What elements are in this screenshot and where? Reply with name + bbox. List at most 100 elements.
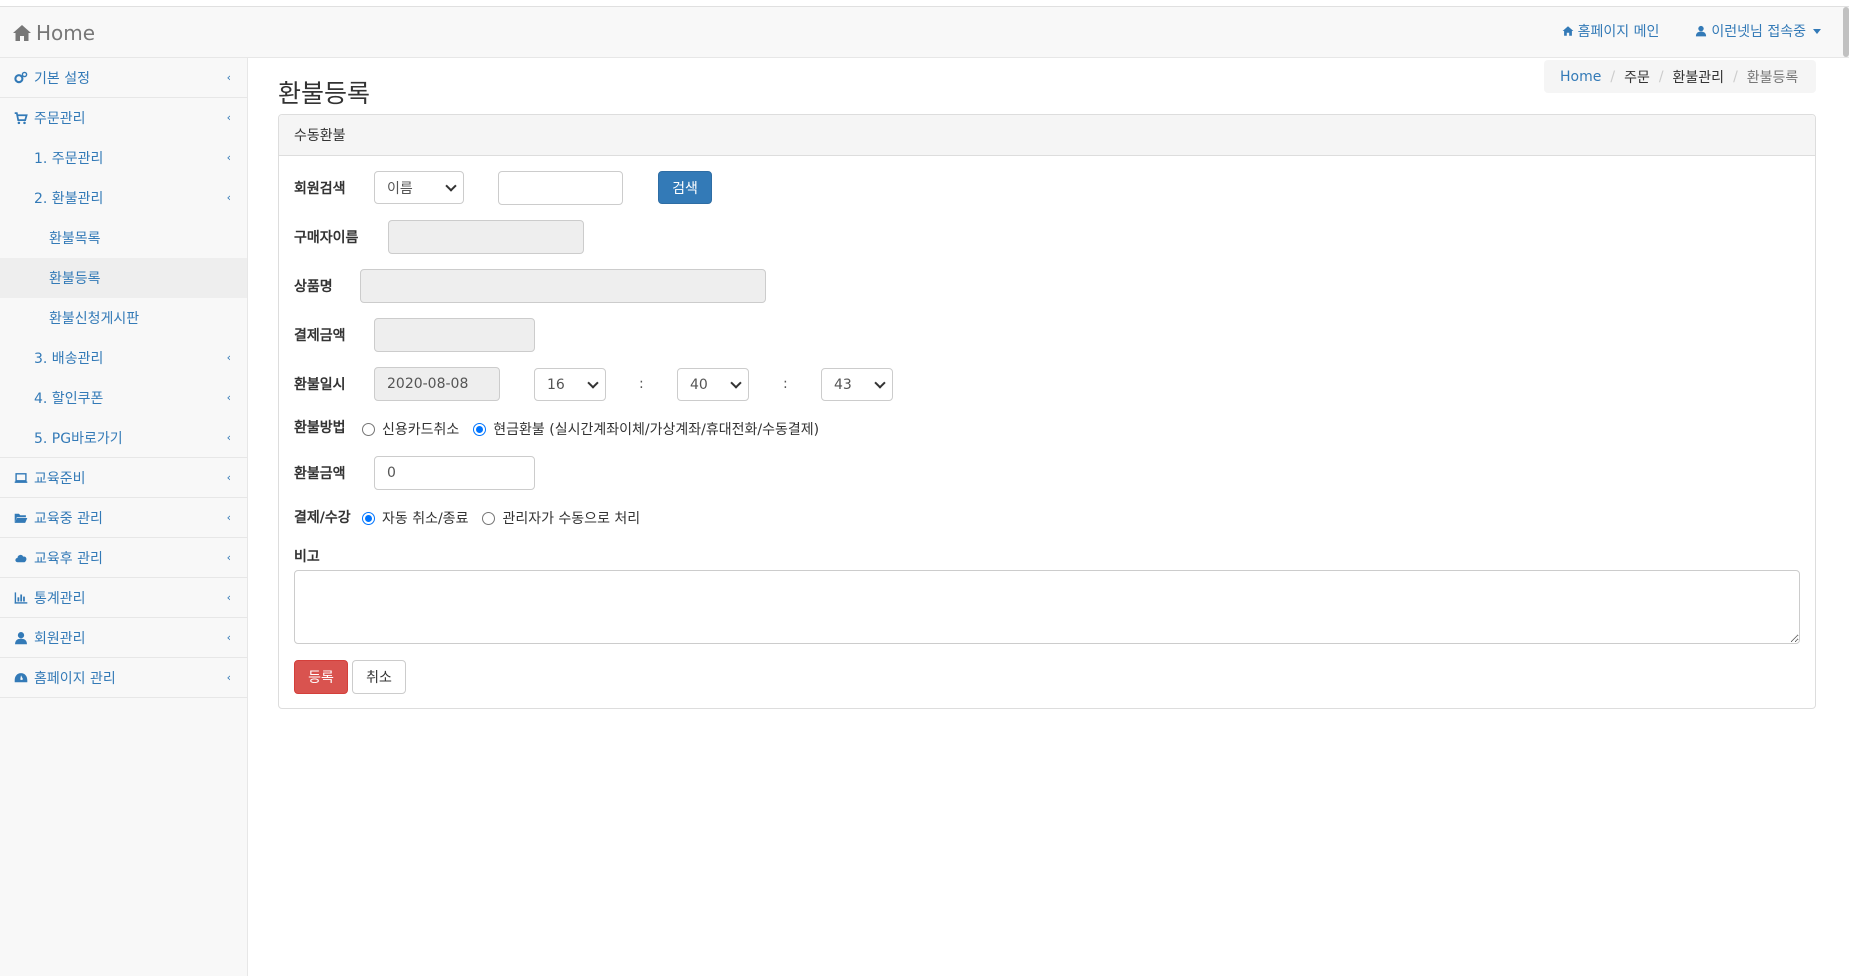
sidebar-item-education-prep[interactable]: 교육준비 ‹ (0, 458, 247, 498)
note-label: 비고 (294, 549, 320, 565)
payment-course-label: 결제/수강 (294, 510, 351, 526)
breadcrumb-separator: / (1733, 68, 1738, 85)
window-top-edge (0, 0, 1849, 7)
sidebar-item-label: 2. 환불관리 (34, 191, 104, 207)
payment-course-auto-label: 자동 취소/종료 (382, 511, 469, 527)
cart-icon (14, 112, 28, 125)
payment-amount-field[interactable] (374, 318, 535, 352)
laptop-icon (14, 472, 28, 483)
time-separator: : (639, 376, 644, 392)
top-navbar: Home 홈페이지 메인 이런넷님 접속중 (0, 7, 1849, 58)
product-name-label: 상품명 (294, 279, 333, 295)
brand-label: Home (36, 21, 96, 45)
brand-home-link[interactable]: Home (12, 21, 95, 45)
breadcrumb-separator: / (1658, 68, 1664, 85)
sidebar-item-order-management[interactable]: 주문관리 ‹ (0, 98, 247, 138)
submit-button[interactable]: 등록 (294, 660, 348, 694)
refund-minute-value: 40 (690, 376, 708, 393)
radio-button[interactable] (482, 511, 496, 525)
refund-datetime-label: 환불일시 (294, 377, 346, 393)
user-menu-dropdown[interactable]: 이런넷님 접속중 (1695, 21, 1821, 41)
chevron-left-icon: ‹ (226, 551, 231, 564)
member-search-type-value: 이름 (387, 180, 413, 197)
sidebar-item-coupon[interactable]: 4. 할인쿠폰 ‹ (0, 378, 247, 418)
refund-date-field[interactable]: 2020-08-08 (374, 367, 500, 401)
chevron-left-icon: ‹ (226, 631, 231, 644)
sidebar-item-label: 홈페이지 관리 (34, 670, 116, 687)
sidebar-item-label: 3. 배송관리 (34, 351, 104, 367)
payment-course-radio-group: 자동 취소/종료 관리자가 수동으로 처리 (362, 508, 654, 528)
refund-hour-select[interactable]: 16 (534, 368, 606, 401)
payment-course-auto-option[interactable]: 자동 취소/종료 (362, 508, 468, 528)
member-search-type-select[interactable]: 이름 (374, 171, 464, 204)
buyer-name-field[interactable] (388, 220, 584, 254)
home-icon (13, 25, 31, 41)
refund-method-cash-label: 현금환불 (실시간계좌이체/가상계좌/휴대전화/수동결제) (493, 422, 820, 438)
radio-button-checked[interactable] (362, 511, 375, 525)
breadcrumb-refund-management: 환불관리 (1672, 69, 1725, 86)
chevron-left-icon: ‹ (226, 511, 231, 524)
cancel-button[interactable]: 취소 (352, 660, 406, 694)
sidebar-item-members[interactable]: 회원관리 ‹ (0, 618, 247, 658)
sidebar-item-education-during[interactable]: 교육중 관리 ‹ (0, 498, 247, 538)
navbar-right: 홈페이지 메인 이런넷님 접속중 (1562, 21, 1821, 41)
sidebar-item-order-sub[interactable]: 1. 주문관리 ‹ (0, 138, 247, 178)
payment-course-manual-option[interactable]: 관리자가 수동으로 처리 (482, 508, 640, 528)
chevron-down-icon (445, 179, 457, 192)
refund-amount-input[interactable]: 0 (374, 456, 535, 490)
homepage-main-link[interactable]: 홈페이지 메인 (1562, 21, 1659, 41)
bar-chart-icon (14, 591, 28, 604)
refund-method-radio-group: 신용카드취소 현금환불 (실시간계좌이체/가상계좌/휴대전화/수동결제) (362, 419, 833, 439)
breadcrumb-current: 환불등록 (1746, 69, 1799, 86)
window-scrollbar[interactable] (1843, 7, 1849, 57)
chevron-down-icon (730, 376, 742, 389)
chevron-left-icon: ‹ (226, 191, 231, 204)
payment-course-manual-label: 관리자가 수동으로 처리 (502, 511, 641, 527)
sidebar-item-label: 통계관리 (34, 590, 86, 607)
note-textarea[interactable] (294, 570, 1800, 644)
sidebar-item-label: 교육준비 (34, 470, 86, 487)
chevron-left-icon: ‹ (226, 431, 231, 444)
sidebar-item-homepage-management[interactable]: 홈페이지 관리 ‹ (0, 658, 247, 698)
payment-amount-label: 결제금액 (294, 328, 346, 344)
user-icon (15, 631, 27, 644)
breadcrumb-home[interactable]: Home (1560, 69, 1601, 85)
sidebar: 기본 설정 ‹ 주문관리 ‹ 1. 주문관리 ‹ 2. 환불관리 ‹ 환불목록 … (0, 58, 248, 976)
member-search-input[interactable] (498, 171, 623, 205)
sidebar-item-label: 5. PG바로가기 (34, 430, 123, 447)
caret-down-icon (1813, 28, 1821, 34)
buyer-name-label: 구매자이름 (294, 230, 359, 246)
chevron-left-icon: ‹ (226, 351, 231, 364)
sidebar-item-statistics[interactable]: 통계관리 ‹ (0, 578, 247, 618)
sidebar-item-label: 교육후 관리 (34, 550, 103, 567)
sidebar-item-label: 기본 설정 (34, 70, 90, 87)
refund-method-label: 환불방법 (294, 420, 346, 436)
product-name-field[interactable] (360, 269, 766, 303)
sidebar-item-refund-board[interactable]: 환불신청게시판 (0, 298, 247, 338)
chevron-down-icon (874, 376, 886, 389)
refund-amount-value: 0 (387, 465, 396, 481)
sidebar-item-delivery[interactable]: 3. 배송관리 ‹ (0, 338, 247, 378)
chevron-left-icon: ‹ (226, 391, 231, 404)
sidebar-item-basic-settings[interactable]: 기본 설정 ‹ (0, 58, 247, 98)
user-icon (1696, 25, 1707, 37)
folder-open-icon (14, 513, 28, 523)
radio-button[interactable] (362, 422, 375, 436)
refund-second-select[interactable]: 43 (821, 368, 893, 401)
refund-method-card-option[interactable]: 신용카드취소 (362, 419, 459, 439)
sidebar-item-refund-management[interactable]: 2. 환불관리 ‹ (0, 178, 247, 218)
chevron-left-icon: ‹ (226, 671, 231, 684)
radio-button-checked[interactable] (473, 422, 487, 436)
sidebar-item-refund-register[interactable]: 환불등록 (0, 258, 247, 298)
panel-heading: 수동환불 (279, 115, 1815, 156)
refund-method-cash-option[interactable]: 현금환불 (실시간계좌이체/가상계좌/휴대전화/수동결제) (473, 419, 819, 439)
search-button[interactable]: 검색 (658, 171, 712, 204)
sidebar-item-education-after[interactable]: 교육후 관리 ‹ (0, 538, 247, 578)
refund-minute-select[interactable]: 40 (677, 368, 749, 401)
refund-method-card-label: 신용카드취소 (382, 422, 460, 438)
sidebar-item-label: 주문관리 (34, 111, 86, 127)
gears-icon (14, 71, 28, 83)
refund-hour-value: 16 (547, 376, 565, 393)
sidebar-item-pg[interactable]: 5. PG바로가기 ‹ (0, 418, 247, 458)
sidebar-item-refund-list[interactable]: 환불목록 (0, 218, 247, 258)
